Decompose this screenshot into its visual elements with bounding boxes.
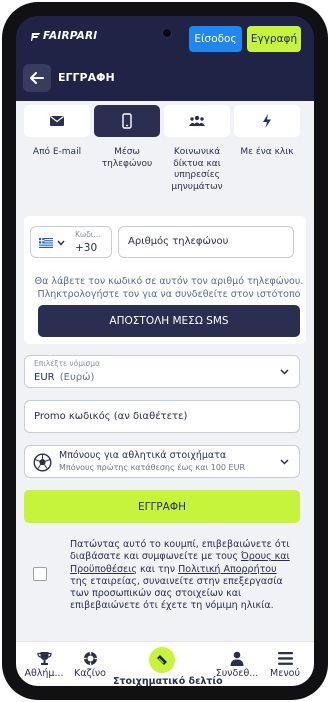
terms-text-part3: της εταιρείας, συναινείτε στην επεξεργασ… <box>70 575 283 612</box>
registration-titlebar: ΕΓΓΡΑΦΗ <box>16 64 314 96</box>
logo-text: FAIRPARI <box>43 30 98 42</box>
phone-card: Κωδι... +30 Αριθμός τηλεφώνου Θα λάβετε … <box>24 216 306 344</box>
bonus-title: Μπόνους για αθλητικά στοιχήματα <box>59 450 227 461</box>
terms-checkbox[interactable] <box>33 567 47 581</box>
privacy-policy-link[interactable]: Πολιτική Απορρήτου <box>178 564 277 575</box>
nav-sports-label: Αθλήμ... <box>24 668 64 679</box>
sms-code-hint: Θα λάβετε τον κωδικό σε αυτόν τον αριθμό… <box>34 276 304 300</box>
phone-number-placeholder: Αριθμός τηλεφώνου <box>128 236 229 247</box>
casino-chip-icon <box>82 650 98 666</box>
nav-sports[interactable]: Αθλήμ... <box>22 642 66 686</box>
users-icon <box>189 115 205 126</box>
terms-text-part2: και την <box>136 563 179 575</box>
tab-email-label: Από E-mail <box>32 147 82 157</box>
nav-menu[interactable]: Μενού <box>262 642 308 686</box>
nav-menu-label: Μενού <box>270 668 300 679</box>
tab-phone-label: Μέσω τηλεφώνου <box>101 147 153 169</box>
logo-mark-icon <box>31 32 40 41</box>
tab-one-click-label: Με ένα κλικ <box>240 147 294 157</box>
currency-name: (Ευρώ) <box>59 372 95 383</box>
tab-social-label: Κοινωνικά δίκτυα και υπηρεσίες μηνυμάτων <box>171 147 223 192</box>
mail-icon <box>50 116 64 126</box>
login-button[interactable]: Είσοδος <box>189 26 242 52</box>
bonus-select[interactable]: Μπόνους για αθλητικά στοιχήματα Μπόνους … <box>24 445 300 478</box>
bottom-navigation: Αθλήμ... Καζίνο Στοιχηματικό δελτίο Συνδ… <box>16 641 314 686</box>
tab-one-click[interactable] <box>234 105 300 137</box>
nav-casino[interactable]: Καζίνο <box>68 642 112 686</box>
register-button[interactable]: Εγγραφή <box>247 26 301 52</box>
phone-frame: FAIRPARI Είσοδος Εγγραφή ΕΓΓΡΑΦΗ Από E-m… <box>2 2 328 700</box>
betslip-button[interactable] <box>149 647 175 673</box>
back-arrow-icon <box>30 72 44 84</box>
terms-section: Πατώντας αυτό το κουμπί, επιβεβαιώνετε ό… <box>24 531 300 651</box>
currency-code: EUR <box>34 372 55 383</box>
bonus-subtitle: Μπόνους πρώτης κατάθεσης έως και 100 EUR <box>59 463 246 472</box>
registration-form: Από E-mail Μέσω τηλεφώνου Κοινωνικά δίκτ… <box>16 101 314 656</box>
phone-number-input[interactable]: Αριθμός τηλεφώνου <box>118 226 294 258</box>
user-icon <box>229 650 245 666</box>
chevron-down-icon <box>280 369 289 375</box>
country-code-label: Κωδι... <box>75 230 101 239</box>
fairpari-logo[interactable]: FAIRPARI <box>31 30 97 42</box>
menu-icon <box>277 650 293 666</box>
nav-betslip-label[interactable]: Στοιχηματικό δελτίο <box>113 676 223 686</box>
submit-registration-button[interactable]: ΕΓΓΡΑΦΗ <box>24 490 300 523</box>
greece-flag-icon <box>39 238 53 248</box>
nav-login[interactable]: Συνδεθ... <box>212 642 262 686</box>
promo-code-placeholder: Promo κωδικός (αν διαθέτετε) <box>34 411 188 422</box>
terms-text: Πατώντας αυτό το κουμπί, επιβεβαιώνετε ό… <box>70 539 294 613</box>
chevron-down-icon <box>280 459 289 465</box>
back-button[interactable] <box>23 64 51 92</box>
phone-icon <box>122 113 132 129</box>
app-screen: FAIRPARI Είσοδος Εγγραφή ΕΓΓΡΑΦΗ Από E-m… <box>16 16 314 686</box>
country-code-value: +30 <box>75 242 98 254</box>
nav-login-label: Συνδεθ... <box>215 668 259 679</box>
tab-email[interactable] <box>24 105 90 137</box>
send-sms-button[interactable]: ΑΠΟΣΤΟΛΗ ΜΕΣΩ SMS <box>38 305 300 337</box>
lightning-icon <box>263 114 271 128</box>
football-icon <box>33 453 52 472</box>
country-code-select[interactable]: Κωδι... +30 <box>30 226 112 258</box>
currency-label: Επιλέξτε νόμισμα <box>34 359 100 368</box>
tab-social[interactable] <box>164 105 230 137</box>
trophy-icon <box>36 650 52 666</box>
page-title: ΕΓΓΡΑΦΗ <box>58 71 115 84</box>
front-camera <box>162 28 172 38</box>
chevron-down-icon <box>57 240 65 246</box>
currency-value: EUR (Ευρώ) <box>34 372 94 383</box>
top-header: FAIRPARI Είσοδος Εγγραφή <box>16 16 314 64</box>
tab-phone[interactable] <box>94 105 160 137</box>
nav-casino-label: Καζίνο <box>74 668 106 679</box>
currency-select[interactable]: Επιλέξτε νόμισμα EUR (Ευρώ) <box>24 355 300 388</box>
ticket-icon <box>157 655 167 665</box>
promo-code-input[interactable]: Promo κωδικός (αν διαθέτετε) <box>24 400 300 433</box>
